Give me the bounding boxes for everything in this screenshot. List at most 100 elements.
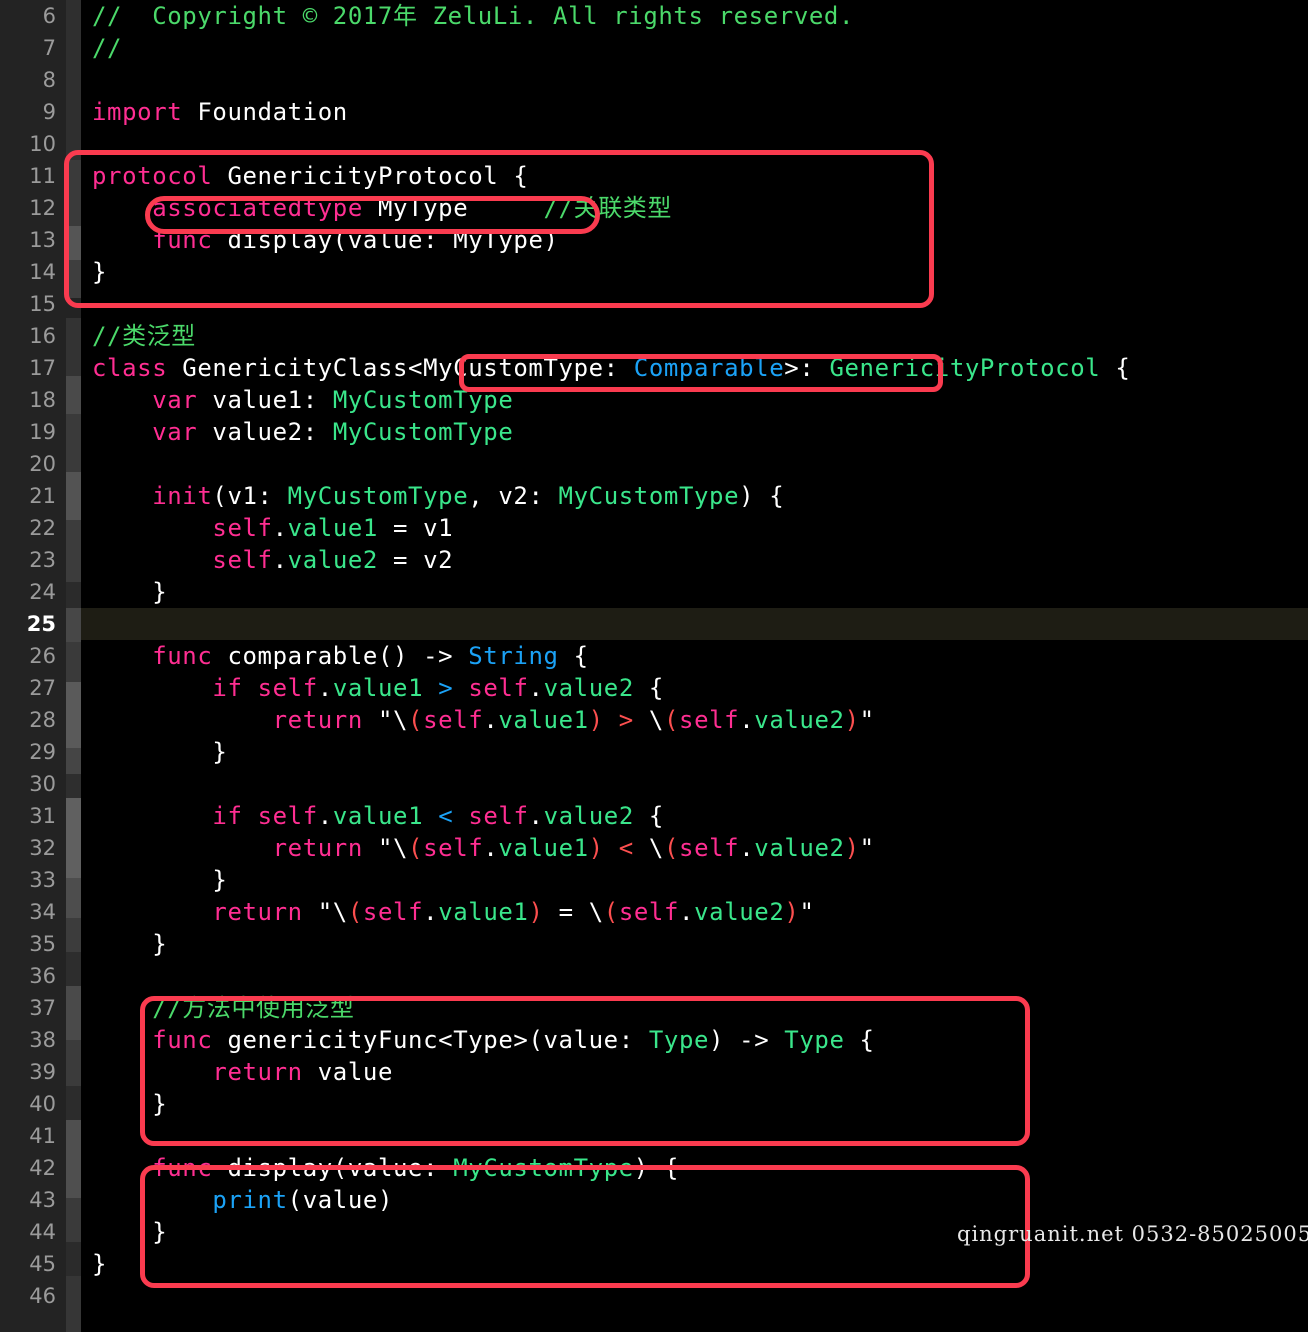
code-line-7[interactable]: // xyxy=(92,32,122,64)
code-line-17[interactable]: class GenericityClass<MyCustomType: Comp… xyxy=(92,352,1130,384)
line-number-34[interactable]: 34 xyxy=(0,896,56,928)
line-number-10[interactable]: 10 xyxy=(0,128,56,160)
code-line-40[interactable]: } xyxy=(92,1088,167,1120)
code-line-37[interactable]: //方法中使用泛型 xyxy=(92,992,355,1024)
code-line-14[interactable]: } xyxy=(92,256,107,288)
line-number-12[interactable]: 12 xyxy=(0,192,56,224)
code-line-38[interactable]: func genericityFunc<Type>(value: Type) -… xyxy=(92,1024,875,1056)
keyword-func: func xyxy=(152,1026,213,1054)
keyword-self: self xyxy=(679,834,740,862)
interp-close: ) xyxy=(588,706,604,734)
line-number-25[interactable]: 25 xyxy=(0,608,56,640)
code-line-24[interactable]: } xyxy=(92,576,167,608)
line-number-17[interactable]: 17 xyxy=(0,352,56,384)
code-surface[interactable]: // Copyright © 2017年 ZeluLi. All rights … xyxy=(81,0,1308,1332)
line-number-gutter[interactable]: 6 7 8 9 10 11 12 13 14 15 16 17 18 19 20… xyxy=(0,0,66,1332)
line-number-42[interactable]: 42 xyxy=(0,1152,56,1184)
code-line-6[interactable]: // Copyright © 2017年 ZeluLi. All rights … xyxy=(92,0,854,32)
keyword-self: self xyxy=(212,546,273,574)
code-line-33[interactable]: } xyxy=(92,864,227,896)
comment-class-generic: //类泛型 xyxy=(92,322,196,350)
code-line-9[interactable]: import Foundation xyxy=(92,96,348,128)
line-number-9[interactable]: 9 xyxy=(0,96,56,128)
line-number-13[interactable]: 13 xyxy=(0,224,56,256)
code-editor[interactable]: // Copyright © 2017年 ZeluLi. All rights … xyxy=(0,0,1308,1332)
prop-value2: value2: xyxy=(197,418,333,446)
line-number-28[interactable]: 28 xyxy=(0,704,56,736)
code-line-28[interactable]: return "\(self.value1) > \(self.value2)" xyxy=(92,704,875,736)
code-line-21[interactable]: init(v1: MyCustomType, v2: MyCustomType)… xyxy=(92,480,784,512)
line-number-7[interactable]: 7 xyxy=(0,32,56,64)
code-line-39[interactable]: return value xyxy=(92,1056,393,1088)
line-number-44[interactable]: 44 xyxy=(0,1216,56,1248)
line-number-33[interactable]: 33 xyxy=(0,864,56,896)
line-number-41[interactable]: 41 xyxy=(0,1120,56,1152)
code-line-29[interactable]: } xyxy=(92,736,227,768)
line-number-22[interactable]: 22 xyxy=(0,512,56,544)
line-number-29[interactable]: 29 xyxy=(0,736,56,768)
strip-segment xyxy=(66,986,81,1040)
code-line-23[interactable]: self.value2 = v2 xyxy=(92,544,453,576)
gutter-change-strip[interactable] xyxy=(66,0,81,1332)
code-line-18[interactable]: var value1: MyCustomType xyxy=(92,384,513,416)
code-line-44[interactable]: } xyxy=(92,1216,167,1248)
line-number-14[interactable]: 14 xyxy=(0,256,56,288)
keyword-self: self xyxy=(423,706,484,734)
member-value2: value2 xyxy=(543,674,634,702)
code-line-31[interactable]: if self.value1 < self.value2 { xyxy=(92,800,664,832)
code-line-12[interactable]: associatedtype MyType //关联类型 xyxy=(92,192,672,224)
line-number-26[interactable]: 26 xyxy=(0,640,56,672)
line-number-40[interactable]: 40 xyxy=(0,1088,56,1120)
member-value2: value2 xyxy=(754,834,845,862)
line-number-45[interactable]: 45 xyxy=(0,1248,56,1280)
line-number-18[interactable]: 18 xyxy=(0,384,56,416)
strip-segment xyxy=(66,1040,81,1086)
line-number-37[interactable]: 37 xyxy=(0,992,56,1024)
line-number-23[interactable]: 23 xyxy=(0,544,56,576)
code-line-35[interactable]: } xyxy=(92,928,167,960)
close-brace: } xyxy=(92,1250,108,1278)
line-number-46[interactable]: 46 xyxy=(0,1280,56,1312)
line-number-38[interactable]: 38 xyxy=(0,1024,56,1056)
conformance-genericityprotocol: GenericityProtocol xyxy=(829,354,1101,382)
line-number-32[interactable]: 32 xyxy=(0,832,56,864)
line-number-6[interactable]: 6 xyxy=(0,0,56,32)
code-line-42[interactable]: func display(value: MyCustomType) { xyxy=(92,1152,679,1184)
line-number-36[interactable]: 36 xyxy=(0,960,56,992)
code-line-32[interactable]: return "\(self.value1) < \(self.value2)" xyxy=(92,832,875,864)
line-number-27[interactable]: 27 xyxy=(0,672,56,704)
code-line-34[interactable]: return "\(self.value1) = \(self.value2)" xyxy=(92,896,815,928)
line-number-20[interactable]: 20 xyxy=(0,448,56,480)
line-number-15[interactable]: 15 xyxy=(0,288,56,320)
line-number-24[interactable]: 24 xyxy=(0,576,56,608)
line-number-8[interactable]: 8 xyxy=(0,64,56,96)
line-number-19[interactable]: 19 xyxy=(0,416,56,448)
code-line-45[interactable]: } xyxy=(92,1248,107,1280)
line-number-16[interactable]: 16 xyxy=(0,320,56,352)
code-line-27[interactable]: if self.value1 > self.value2 { xyxy=(92,672,664,704)
line-number-31[interactable]: 31 xyxy=(0,800,56,832)
strip-segment xyxy=(66,376,81,414)
line-number-35[interactable]: 35 xyxy=(0,928,56,960)
assign-v2: = v2 xyxy=(377,546,454,574)
line-number-30[interactable]: 30 xyxy=(0,768,56,800)
code-line-43[interactable]: print(value) xyxy=(92,1184,393,1216)
line-number-43[interactable]: 43 xyxy=(0,1184,56,1216)
code-line-22[interactable]: self.value1 = v1 xyxy=(92,512,453,544)
close-brace: } xyxy=(92,578,168,606)
member-value1: value1 xyxy=(332,802,424,830)
code-line-11[interactable]: protocol GenericityProtocol { xyxy=(92,160,528,192)
line-number-21[interactable]: 21 xyxy=(0,480,56,512)
keyword-self: self xyxy=(257,674,318,702)
code-line-26[interactable]: func comparable() -> String { xyxy=(92,640,589,672)
line-number-11[interactable]: 11 xyxy=(0,160,56,192)
code-line-13[interactable]: func display(value: MyType) xyxy=(92,224,559,256)
dot: . xyxy=(272,546,288,574)
dot: . xyxy=(317,674,333,702)
member-value1: value1 xyxy=(438,898,529,926)
line-number-39[interactable]: 39 xyxy=(0,1056,56,1088)
code-line-19[interactable]: var value2: MyCustomType xyxy=(92,416,513,448)
code-line-16[interactable]: //类泛型 xyxy=(92,320,196,352)
